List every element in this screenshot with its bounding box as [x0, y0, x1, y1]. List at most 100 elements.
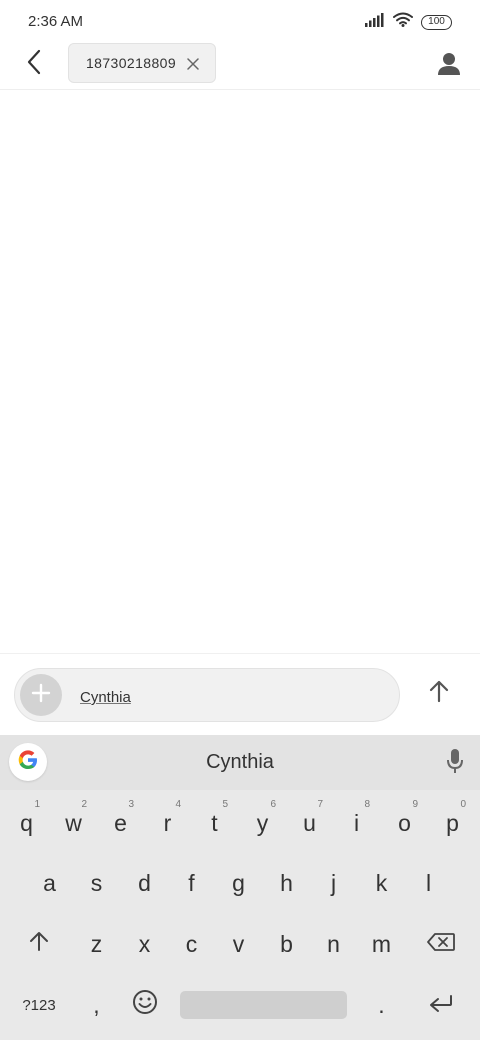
- key-label: g: [232, 869, 245, 896]
- key-hint: 5: [222, 799, 228, 810]
- key-label: .: [378, 991, 385, 1018]
- key-b[interactable]: b: [263, 916, 310, 972]
- attach-button[interactable]: [20, 674, 62, 716]
- key-label: p: [446, 809, 459, 836]
- key-label: z: [90, 930, 103, 957]
- keyboard: Cynthia q1 w2 e3 r4 t5 y6 u7 i8 o9 p0 a …: [0, 735, 480, 1040]
- key-y[interactable]: y6: [239, 795, 286, 851]
- status-time: 2:36 AM: [28, 13, 84, 30]
- key-r[interactable]: r4: [144, 795, 191, 851]
- key-label: y: [256, 809, 269, 836]
- key-label: j: [330, 869, 337, 896]
- compose-bar: Cynthia: [0, 653, 480, 735]
- arrow-up-icon: [428, 679, 450, 708]
- message-input[interactable]: Cynthia: [14, 668, 400, 722]
- key-w[interactable]: w2: [50, 795, 97, 851]
- emoji-key[interactable]: [121, 977, 168, 1033]
- key-s[interactable]: s: [73, 855, 120, 911]
- recipient-number: 18730218809: [86, 55, 177, 71]
- back-button[interactable]: [18, 48, 50, 80]
- key-label: a: [43, 869, 56, 896]
- key-p[interactable]: p0: [429, 795, 476, 851]
- key-x[interactable]: x: [121, 916, 168, 972]
- key-label: k: [375, 869, 388, 896]
- status-bar: 2:36 AM 100: [0, 0, 480, 40]
- key-hint: 2: [81, 799, 87, 810]
- key-t[interactable]: t5: [191, 795, 238, 851]
- key-n[interactable]: n: [310, 916, 357, 972]
- key-label: e: [114, 809, 127, 836]
- key-label: q: [20, 809, 33, 836]
- key-label: u: [303, 809, 316, 836]
- chevron-left-icon: [26, 49, 42, 80]
- key-hint: 1: [34, 799, 40, 810]
- key-label: o: [398, 809, 411, 836]
- key-label: s: [90, 869, 103, 896]
- key-hint: 7: [317, 799, 323, 810]
- key-hint: 4: [175, 799, 181, 810]
- plus-icon: [31, 683, 51, 708]
- key-z[interactable]: z: [73, 916, 120, 972]
- key-g[interactable]: g: [215, 855, 262, 911]
- conversation-header: 18730218809: [0, 40, 480, 90]
- voice-input-button[interactable]: [444, 748, 466, 779]
- key-label: ,: [93, 991, 100, 1018]
- key-hint: 3: [128, 799, 134, 810]
- key-m[interactable]: m: [358, 916, 405, 972]
- shift-icon: [28, 930, 50, 958]
- key-label: d: [138, 869, 151, 896]
- key-k[interactable]: k: [358, 855, 405, 911]
- key-l[interactable]: l: [405, 855, 452, 911]
- key-label: b: [280, 930, 293, 957]
- wifi-icon: [393, 12, 413, 32]
- signal-icon: [365, 12, 385, 32]
- enter-icon: [428, 992, 454, 1019]
- recipient-chip[interactable]: 18730218809: [68, 43, 216, 83]
- key-label: f: [188, 869, 195, 896]
- period-key[interactable]: .: [358, 977, 405, 1033]
- key-hint: 8: [364, 799, 370, 810]
- shift-key[interactable]: [8, 916, 70, 972]
- key-i[interactable]: i8: [333, 795, 380, 851]
- microphone-icon: [446, 748, 464, 779]
- contact-button[interactable]: [434, 50, 464, 80]
- key-e[interactable]: e3: [97, 795, 144, 851]
- spacebar[interactable]: [180, 991, 347, 1019]
- key-f[interactable]: f: [168, 855, 215, 911]
- status-icons: 100: [365, 12, 452, 32]
- suggestion-word[interactable]: Cynthia: [0, 751, 480, 774]
- key-hint: 6: [270, 799, 276, 810]
- key-d[interactable]: d: [121, 855, 168, 911]
- key-label: n: [327, 930, 340, 957]
- close-icon[interactable]: [185, 56, 201, 72]
- key-label: l: [425, 869, 432, 896]
- key-u[interactable]: u7: [286, 795, 333, 851]
- key-a[interactable]: a: [26, 855, 73, 911]
- key-q[interactable]: q1: [3, 795, 50, 851]
- person-icon: [434, 53, 464, 84]
- message-thread: [0, 91, 480, 653]
- key-label: v: [232, 930, 245, 957]
- key-h[interactable]: h: [263, 855, 310, 911]
- key-label: i: [353, 809, 360, 836]
- key-label: c: [185, 930, 198, 957]
- key-j[interactable]: j: [310, 855, 357, 911]
- symbols-key[interactable]: ?123: [8, 977, 70, 1033]
- key-o[interactable]: o9: [381, 795, 428, 851]
- backspace-key[interactable]: [410, 916, 472, 972]
- comma-key[interactable]: ,: [73, 977, 120, 1033]
- key-label: h: [280, 869, 293, 896]
- key-label: m: [371, 930, 392, 957]
- key-label: t: [211, 809, 218, 836]
- suggestion-strip: Cynthia: [0, 735, 480, 790]
- send-button[interactable]: [424, 678, 454, 708]
- key-hint: 0: [460, 799, 466, 810]
- key-c[interactable]: c: [168, 916, 215, 972]
- key-label: x: [138, 930, 151, 957]
- emoji-icon: [132, 989, 158, 1021]
- key-v[interactable]: v: [215, 916, 262, 972]
- backspace-icon: [426, 931, 456, 958]
- key-hint: 9: [412, 799, 418, 810]
- battery-icon: 100: [421, 14, 452, 30]
- enter-key[interactable]: [410, 977, 472, 1033]
